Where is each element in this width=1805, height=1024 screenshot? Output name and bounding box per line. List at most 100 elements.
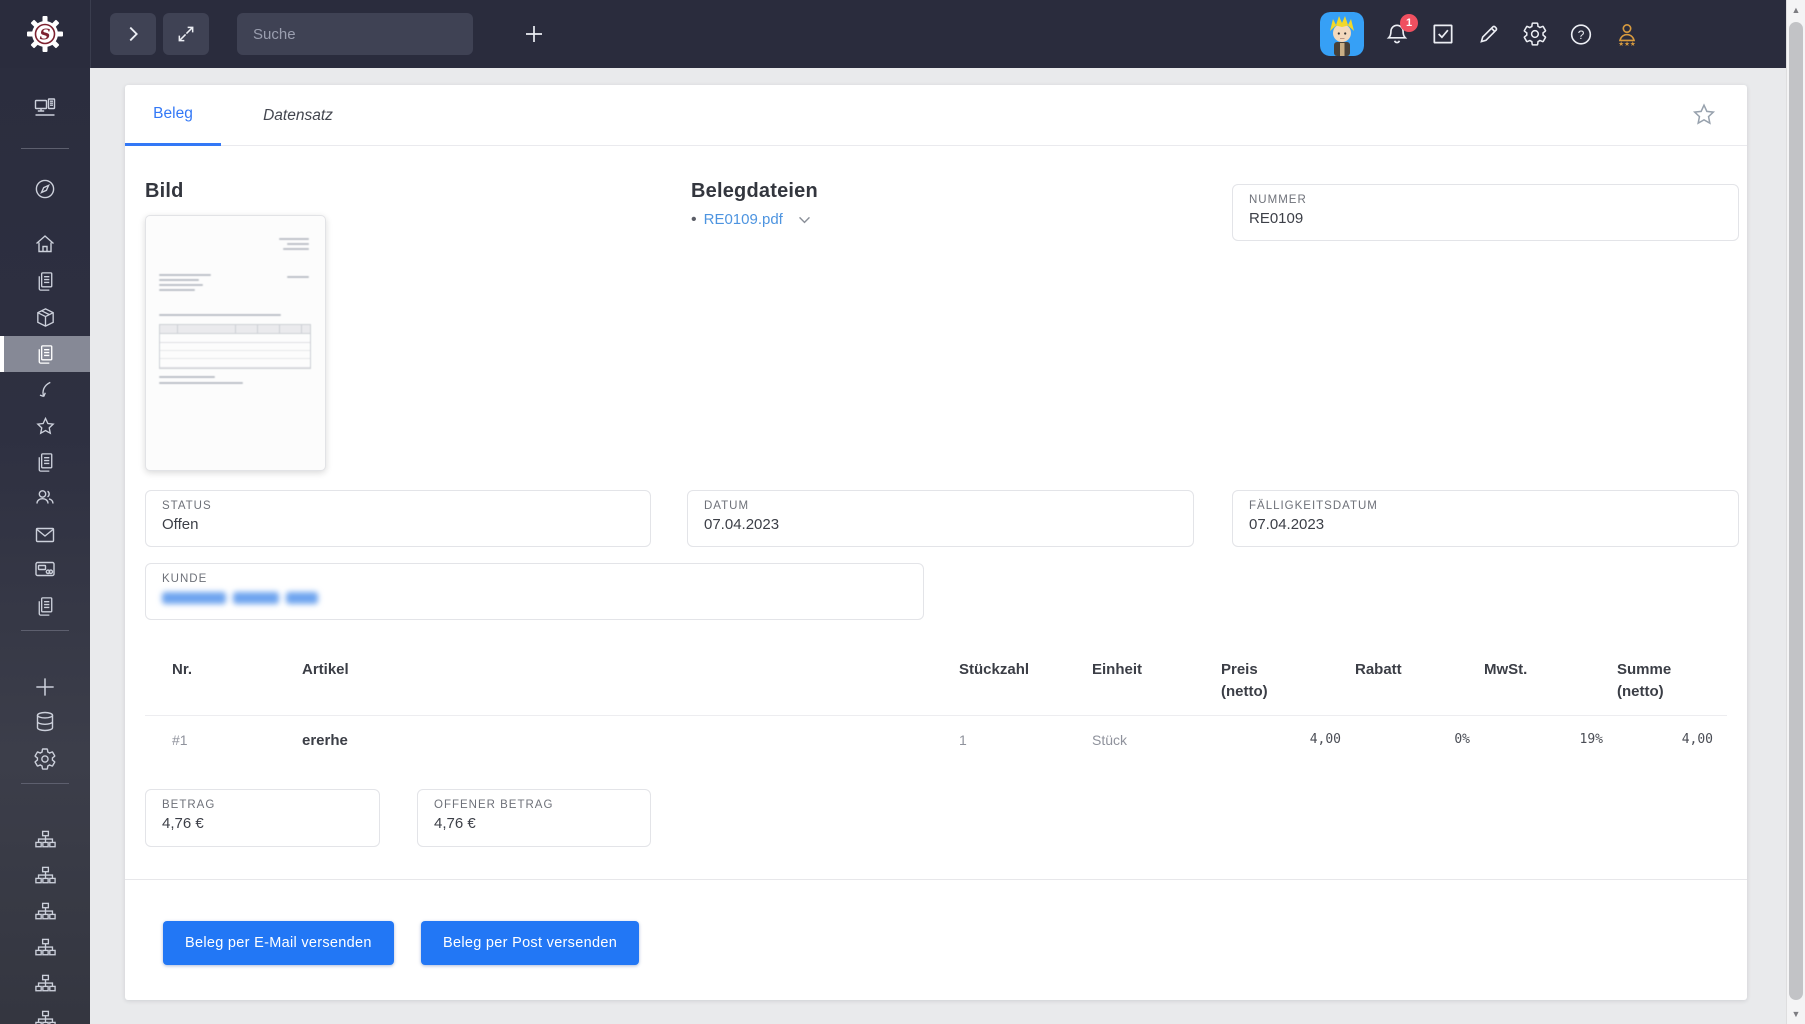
sidebar-item-favorites[interactable] — [0, 408, 90, 444]
sidebar-item-belege-active[interactable] — [0, 336, 90, 372]
favorite-button[interactable] — [1689, 100, 1719, 130]
cell-mwst: 19% — [1484, 732, 1617, 747]
nummer-field[interactable]: NUMMER RE0109 — [1232, 184, 1739, 241]
tasks-button[interactable] — [1430, 21, 1456, 47]
topbar-icon-group: 1 ? — [1320, 0, 1640, 68]
sidebar-item-document[interactable] — [0, 444, 90, 480]
question-circle-icon: ? — [1568, 21, 1594, 48]
file-list-item: • RE0109.pdf — [691, 211, 813, 228]
send-post-button[interactable]: Beleg per Post versenden — [421, 921, 639, 965]
sidebar-divider — [21, 783, 69, 784]
table-header-row: Nr. Artikel Stückzahl Einheit Preis (net… — [145, 645, 1727, 716]
home-icon — [33, 232, 57, 256]
gear-s-logo-icon: S — [24, 13, 66, 55]
checkbox-icon — [1430, 21, 1456, 47]
org-chart-icon — [34, 865, 57, 888]
sidebar-item-compass[interactable] — [0, 171, 90, 207]
plus-icon — [32, 674, 58, 700]
offener-betrag-field[interactable]: OFFENER BETRAG 4,76 € — [417, 789, 651, 847]
scroll-up-arrow[interactable]: ▲ — [1787, 2, 1805, 18]
faelligkeitsdatum-value: 07.04.2023 — [1249, 516, 1722, 533]
tab-beleg-label: Beleg — [153, 105, 193, 123]
file-link[interactable]: RE0109.pdf — [704, 211, 783, 228]
people-icon — [33, 485, 57, 509]
sidebar-item-workstation[interactable] — [0, 90, 90, 126]
star-outline-icon — [1690, 101, 1718, 129]
pencil-icon — [1476, 21, 1502, 47]
betrag-field[interactable]: BETRAG 4,76 € — [145, 789, 380, 847]
sidebar-item-orgchart-6[interactable] — [0, 1002, 90, 1024]
scroll-down-arrow[interactable]: ▼ — [1787, 1006, 1805, 1022]
account-button[interactable]: ★★★ — [1614, 21, 1640, 47]
sidebar-item-database[interactable] — [0, 704, 90, 740]
sidebar-item-orgchart-4[interactable] — [0, 930, 90, 966]
org-chart-icon — [34, 937, 57, 960]
compass-icon — [33, 177, 57, 201]
sidebar-item-package[interactable] — [0, 299, 90, 335]
search-input[interactable] — [237, 13, 473, 55]
sidebar-item-orgchart-3[interactable] — [0, 894, 90, 930]
sidebar-item-document-2[interactable] — [0, 588, 90, 624]
offener-betrag-label: OFFENER BETRAG — [434, 799, 634, 811]
org-chart-icon — [34, 973, 57, 996]
cell-nr: #1 — [172, 732, 302, 748]
belegdateien-section-title: Belegdateien — [691, 180, 818, 203]
scrollbar-thumb[interactable] — [1789, 22, 1803, 1000]
sidebar-item-payments[interactable] — [0, 551, 90, 587]
status-label: STATUS — [162, 500, 634, 512]
col-header-einheit: Einheit — [1092, 659, 1221, 681]
bild-section-title: Bild — [145, 180, 184, 203]
list-bullet: • — [691, 212, 697, 228]
sidebar-item-contacts[interactable] — [0, 479, 90, 515]
sidebar-item-orgchart-2[interactable] — [0, 858, 90, 894]
svg-text:S: S — [40, 26, 51, 44]
sidebar-item-settings[interactable] — [0, 741, 90, 777]
kunde-value-redacted[interactable] — [162, 592, 907, 604]
cell-rabatt: 0% — [1355, 732, 1484, 747]
file-options-toggle[interactable] — [796, 211, 813, 228]
document-icon — [34, 451, 57, 474]
edit-button[interactable] — [1476, 21, 1502, 47]
table-row: #1 ererhe 1 Stück 4,00 0% 19% 4,00 — [145, 716, 1727, 749]
chevron-right-icon — [122, 23, 144, 45]
tab-bar: Beleg Datensatz — [125, 85, 1747, 146]
plus-icon — [522, 22, 546, 46]
sidebar-item-documents[interactable] — [0, 263, 90, 299]
gear-icon — [33, 747, 57, 771]
col-header-summe-netto: Summe (netto) — [1617, 659, 1727, 703]
sidebar-item-orgchart-5[interactable] — [0, 966, 90, 1002]
svg-text:?: ? — [1578, 27, 1585, 41]
cell-stueckzahl: 1 — [959, 732, 1092, 748]
sidebar-item-add[interactable] — [0, 669, 90, 705]
sidebar-item-swoosh[interactable] — [0, 372, 90, 408]
tab-datensatz[interactable]: Datensatz — [243, 85, 353, 146]
kunde-label: KUNDE — [162, 573, 907, 585]
sidebar-item-orgchart-1[interactable] — [0, 822, 90, 858]
kunde-field[interactable]: KUNDE — [145, 563, 924, 620]
expand-window-button[interactable] — [163, 13, 209, 55]
documents-icon — [34, 343, 57, 366]
offener-betrag-value: 4,76 € — [434, 815, 634, 832]
sidebar-item-mail[interactable] — [0, 517, 90, 553]
nummer-value: RE0109 — [1249, 210, 1722, 227]
beleg-thumbnail[interactable] — [145, 215, 326, 471]
beleg-detail-card: Beleg Datensatz Bild — [125, 85, 1747, 1000]
page-scrollbar[interactable]: ▲ ▼ — [1786, 0, 1805, 1024]
datum-field[interactable]: DATUM 07.04.2023 — [687, 490, 1194, 547]
user-avatar[interactable] — [1320, 12, 1364, 56]
settings-button[interactable] — [1522, 21, 1548, 47]
notifications-button[interactable]: 1 — [1384, 21, 1410, 47]
nav-forward-button[interactable] — [110, 13, 156, 55]
add-new-button[interactable] — [514, 13, 554, 55]
sidebar-divider — [21, 148, 69, 149]
help-button[interactable]: ? — [1568, 21, 1594, 47]
actions-divider — [125, 879, 1747, 880]
faelligkeitsdatum-field[interactable]: FÄLLIGKEITSDATUM 07.04.2023 — [1232, 490, 1739, 547]
send-email-button[interactable]: Beleg per E-Mail versenden — [163, 921, 394, 965]
tab-beleg[interactable]: Beleg — [125, 85, 221, 146]
sidebar-item-home[interactable] — [0, 226, 90, 262]
status-field[interactable]: STATUS Offen — [145, 490, 651, 547]
col-header-artikel: Artikel — [302, 659, 959, 681]
datum-label: DATUM — [704, 500, 1177, 512]
credit-card-icon — [33, 557, 57, 581]
